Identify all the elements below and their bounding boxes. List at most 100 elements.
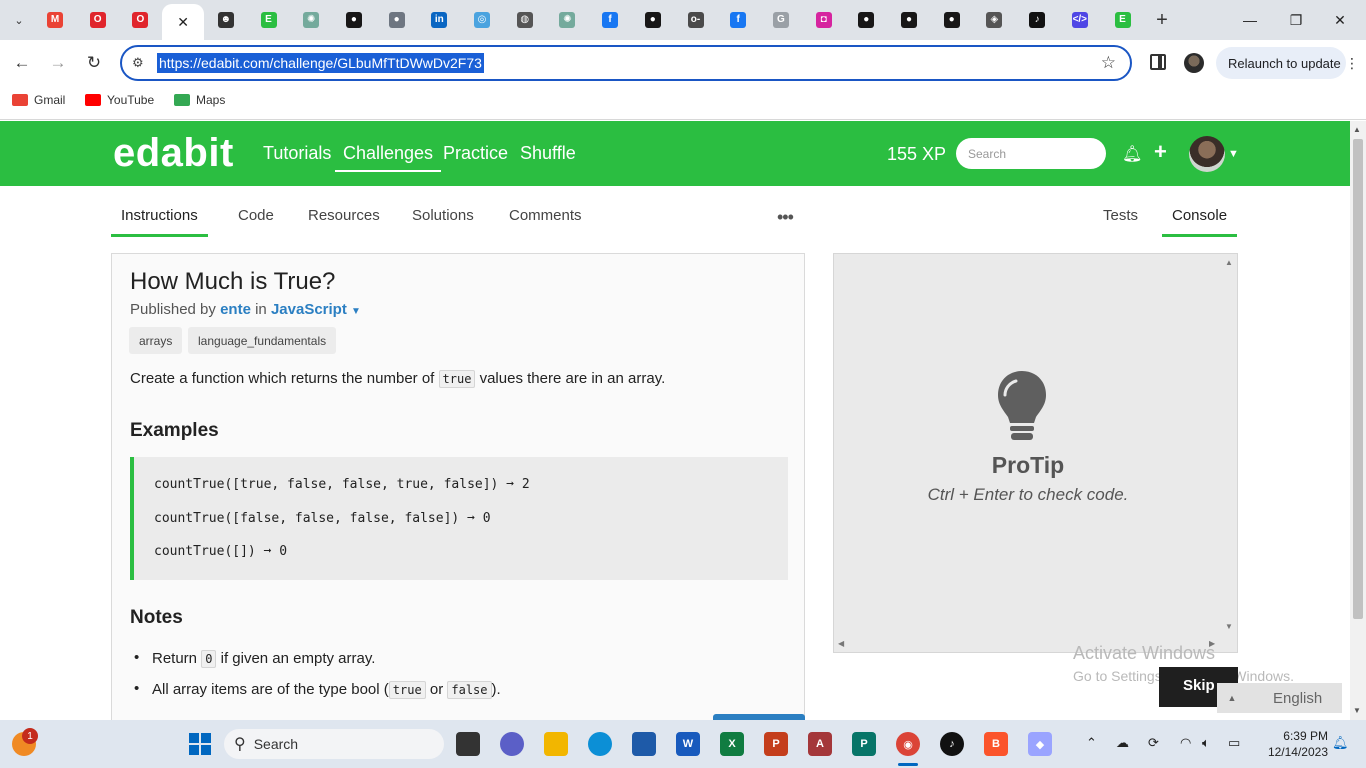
browser-tab[interactable]: ✺: [290, 6, 332, 34]
cloud-icon[interactable]: ☁: [1116, 735, 1129, 751]
browser-tab[interactable]: o-: [675, 6, 717, 34]
more-icon[interactable]: •••: [777, 207, 794, 228]
scroll-down-icon[interactable]: ▼: [1225, 622, 1233, 631]
browser-tab[interactable]: ●: [845, 6, 887, 34]
tab-resources[interactable]: Resources: [308, 207, 380, 234]
browser-tab[interactable]: ✺: [546, 6, 588, 34]
browser-tab[interactable]: ☻: [205, 6, 247, 34]
browser-tab[interactable]: ●: [632, 6, 674, 34]
close-tab-icon[interactable]: ✕: [177, 14, 189, 31]
address-bar[interactable]: ⚙ https://edabit.com/challenge/GLbuMfTtD…: [120, 45, 1132, 81]
browser-tab[interactable]: O: [77, 6, 119, 34]
scroll-down-icon[interactable]: ▼: [1353, 706, 1361, 715]
notification-bell-icon[interactable]: 🔔︎: [1332, 735, 1349, 751]
browser-tab[interactable]: G: [760, 6, 802, 34]
publisher-icon[interactable]: P: [852, 732, 876, 756]
caret-down-icon[interactable]: ▼: [1228, 148, 1239, 160]
nav-shuffle[interactable]: Shuffle: [520, 143, 576, 164]
minimize-button[interactable]: —: [1230, 6, 1270, 34]
store-icon[interactable]: [632, 732, 656, 756]
caret-down-icon[interactable]: ▼: [351, 306, 361, 317]
nav-tutorials[interactable]: Tutorials: [263, 143, 331, 164]
bookmark-maps[interactable]: Maps: [174, 93, 225, 107]
app-icon[interactable]: ◆: [1028, 732, 1052, 756]
language-link[interactable]: JavaScript: [271, 301, 347, 318]
tab-search-button[interactable]: ⌄: [6, 8, 32, 32]
forward-icon[interactable]: →: [46, 51, 70, 75]
site-search-input[interactable]: [956, 138, 1106, 169]
new-tab-button[interactable]: +: [1150, 8, 1174, 32]
user-avatar[interactable]: [1189, 136, 1225, 172]
brave-icon[interactable]: B: [984, 732, 1008, 756]
browser-tab[interactable]: f: [717, 6, 759, 34]
tiktok-icon[interactable]: ♪: [940, 732, 964, 756]
browser-tab[interactable]: ◎: [461, 6, 503, 34]
relaunch-to-update-button[interactable]: Relaunch to update: [1216, 47, 1346, 79]
excel-icon[interactable]: X: [720, 732, 744, 756]
wifi-icon[interactable]: ◠: [1180, 735, 1191, 751]
profile-avatar[interactable]: [1184, 53, 1204, 73]
browser-tab[interactable]: ●: [376, 6, 418, 34]
reload-icon[interactable]: ↻: [82, 51, 106, 75]
back-icon[interactable]: ←: [10, 51, 34, 75]
scroll-left-icon[interactable]: ◀: [838, 639, 844, 648]
scroll-up-icon[interactable]: ▲: [1225, 258, 1233, 267]
clock[interactable]: 6:39 PM 12/14/2023: [1258, 728, 1328, 760]
url-text[interactable]: https://edabit.com/challenge/GLbuMfTtDWw…: [157, 53, 484, 73]
battery-icon[interactable]: ▭: [1228, 735, 1240, 751]
tab-console[interactable]: Console: [1162, 207, 1238, 237]
tab-code[interactable]: Code: [238, 207, 274, 234]
browser-tab[interactable]: </>: [1059, 6, 1101, 34]
author-link[interactable]: ente: [220, 301, 251, 318]
maximize-button[interactable]: ❐: [1276, 6, 1316, 34]
volume-icon[interactable]: 🔈︎: [1202, 735, 1210, 751]
menu-icon[interactable]: ⋮: [1345, 55, 1359, 72]
browser-tab[interactable]: E: [248, 6, 290, 34]
bookmark-youtube[interactable]: YouTube: [85, 93, 154, 107]
update-icon[interactable]: ⟳: [1148, 735, 1159, 751]
close-window-button[interactable]: ✕: [1320, 6, 1360, 34]
nav-challenges[interactable]: Challenges: [335, 143, 442, 172]
browser-tab[interactable]: ♪: [1016, 6, 1058, 34]
plus-icon[interactable]: +: [1154, 139, 1167, 165]
word-icon[interactable]: W: [676, 732, 700, 756]
bell-icon[interactable]: 🔔︎: [1122, 144, 1142, 164]
site-info-icon[interactable]: ⚙: [132, 55, 144, 71]
chevron-up-icon[interactable]: ⌃: [1086, 735, 1097, 751]
bookmark-gmail[interactable]: Gmail: [12, 93, 65, 107]
scroll-up-icon[interactable]: ▲: [1353, 125, 1361, 134]
browser-tab[interactable]: in: [418, 6, 460, 34]
page-scrollbar[interactable]: ▲ ▼: [1350, 121, 1366, 720]
edabit-logo[interactable]: edabit: [113, 131, 234, 176]
tag-language-fundamentals[interactable]: language_fundamentals: [188, 327, 337, 354]
language-selector[interactable]: ▲ English: [1217, 683, 1342, 713]
scrollbar-thumb[interactable]: [1353, 139, 1363, 619]
browser-tab[interactable]: f: [589, 6, 631, 34]
browser-tab[interactable]: ◘: [803, 6, 845, 34]
file-explorer-icon[interactable]: [544, 732, 568, 756]
browser-tab[interactable]: E: [1102, 6, 1144, 34]
chrome-icon[interactable]: ◉: [896, 732, 920, 756]
browser-tab[interactable]: ●: [333, 6, 375, 34]
browser-tab[interactable]: ●: [931, 6, 973, 34]
taskbar-search[interactable]: ⚲ Search: [224, 729, 444, 759]
chevron-up-icon[interactable]: ▲: [1217, 693, 1247, 703]
tab-instructions[interactable]: Instructions: [111, 207, 208, 237]
tab-tests[interactable]: Tests: [1103, 207, 1138, 234]
nav-practice[interactable]: Practice: [443, 143, 508, 164]
tab-comments[interactable]: Comments: [509, 207, 582, 234]
browser-tab[interactable]: ◈: [973, 6, 1015, 34]
bookmark-star-icon[interactable]: ☆: [1101, 53, 1116, 73]
windows-start-icon[interactable]: [188, 732, 212, 756]
browser-tab[interactable]: ●: [888, 6, 930, 34]
powerpoint-icon[interactable]: P: [764, 732, 788, 756]
browser-tab[interactable]: M: [34, 6, 76, 34]
access-icon[interactable]: A: [808, 732, 832, 756]
browser-tab[interactable]: O: [119, 6, 161, 34]
browser-tab[interactable]: ◍: [504, 6, 546, 34]
tag-arrays[interactable]: arrays: [129, 327, 183, 354]
tab-solutions[interactable]: Solutions: [412, 207, 474, 234]
edge-icon[interactable]: [588, 732, 612, 756]
browser-tab[interactable]: ✕: [162, 4, 205, 40]
console-vertical-scrollbar[interactable]: ▲ ▼: [1221, 254, 1237, 636]
